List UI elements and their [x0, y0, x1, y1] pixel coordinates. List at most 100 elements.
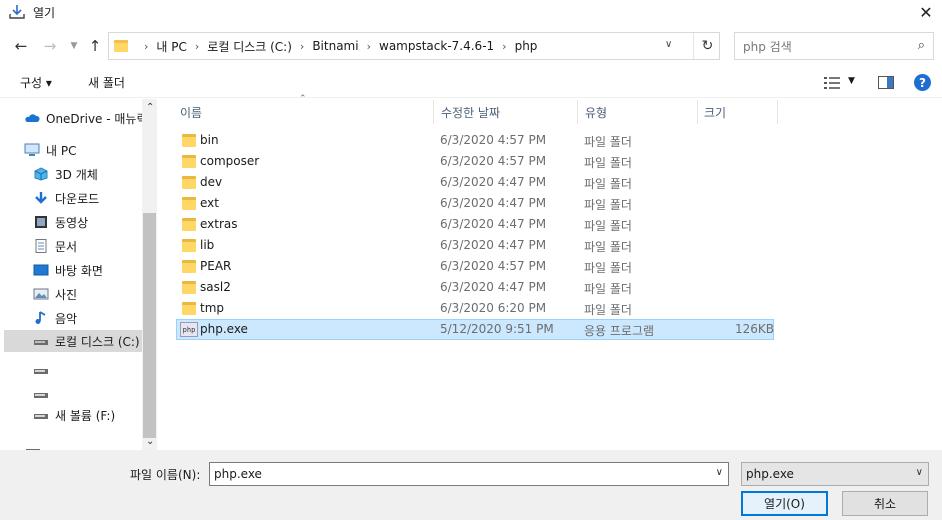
- sidebar-item-label: 다운로드: [55, 191, 100, 206]
- file-row[interactable]: dev 6/3/2020 4:47 PM 파일 폴더: [176, 172, 774, 193]
- chevron-right-icon[interactable]: ›: [300, 40, 304, 53]
- breadcrumb-item[interactable]: php: [515, 39, 538, 53]
- file-name: PEAR: [200, 259, 232, 273]
- organize-button[interactable]: 구성 ▾: [20, 74, 52, 91]
- sidebar-item-onedrive[interactable]: OneDrive - 매뉴릭: [24, 107, 154, 129]
- column-divider[interactable]: [577, 100, 578, 124]
- sidebar-item-label: 사진: [55, 287, 78, 302]
- file-row[interactable]: lib 6/3/2020 4:47 PM 파일 폴더: [176, 235, 774, 256]
- breadcrumb-item[interactable]: Bitnami: [312, 39, 358, 53]
- sidebar-item-drive[interactable]: [33, 359, 55, 381]
- sidebar-item-label: 3D 개체: [55, 167, 98, 182]
- sidebar-item-label: 동영상: [55, 215, 89, 230]
- file-type: 파일 폴더: [584, 261, 632, 275]
- file-date: 6/3/2020 4:47 PM: [440, 280, 547, 294]
- file-type: 파일 폴더: [584, 198, 632, 212]
- arrow-up-icon[interactable]: ↑: [85, 36, 105, 56]
- close-icon[interactable]: ✕: [910, 0, 942, 24]
- file-row[interactable]: sasl2 6/3/2020 4:47 PM 파일 폴더: [176, 277, 774, 298]
- column-header-size[interactable]: 크기: [704, 104, 726, 121]
- sidebar-item-music[interactable]: 음악: [33, 307, 77, 329]
- drive-icon: [34, 414, 48, 419]
- column-header-type[interactable]: 유형: [585, 104, 607, 121]
- desktop-icon: [33, 264, 49, 276]
- refresh-icon[interactable]: ↻: [693, 33, 721, 59]
- scroll-up-icon[interactable]: ⌃: [146, 102, 154, 113]
- arrow-right-icon[interactable]: →: [40, 36, 60, 56]
- window-title: 열기: [33, 6, 56, 20]
- sidebar-item-local-disk-c[interactable]: 로컬 디스크 (C:): [4, 330, 142, 352]
- file-name: ext: [200, 196, 219, 210]
- sidebar-item-videos[interactable]: 동영상: [33, 211, 88, 233]
- column-divider[interactable]: [777, 100, 778, 124]
- view-dropdown-icon[interactable]: ▼: [848, 76, 855, 86]
- file-date: 6/3/2020 4:47 PM: [440, 217, 547, 231]
- address-bar[interactable]: › 내 PC › 로컬 디스크 (C:) › Bitnami › wampsta…: [108, 32, 720, 60]
- file-type: 파일 폴더: [584, 156, 632, 170]
- chevron-down-icon[interactable]: ▼: [64, 36, 84, 56]
- file-date: 6/3/2020 4:57 PM: [440, 133, 547, 147]
- cube-icon: [34, 167, 48, 181]
- drive-icon: [34, 369, 48, 374]
- drive-icon: [34, 340, 48, 345]
- breadcrumb-item[interactable]: wampstack-7.4.6-1: [379, 39, 494, 53]
- file-row[interactable]: tmp 6/3/2020 6:20 PM 파일 폴더: [176, 298, 774, 319]
- breadcrumb-item[interactable]: 내 PC: [156, 38, 186, 55]
- column-header-name[interactable]: 이름: [180, 104, 202, 121]
- sidebar-scrollbar-thumb[interactable]: [143, 213, 156, 438]
- arrow-left-icon[interactable]: ←: [11, 36, 31, 56]
- file-name: php.exe: [200, 322, 248, 336]
- help-icon[interactable]: ?: [914, 74, 931, 91]
- file-type: 파일 폴더: [584, 282, 632, 296]
- file-row[interactable]: composer 6/3/2020 4:57 PM 파일 폴더: [176, 151, 774, 172]
- sidebar-item-downloads[interactable]: 다운로드: [33, 187, 99, 209]
- scroll-down-icon[interactable]: ⌄: [146, 436, 154, 447]
- music-icon: [35, 311, 46, 324]
- column-divider[interactable]: [433, 100, 434, 124]
- breadcrumb-item[interactable]: 로컬 디스크 (C:): [207, 38, 292, 55]
- file-row[interactable]: ext 6/3/2020 4:47 PM 파일 폴더: [176, 193, 774, 214]
- folder-icon: [182, 155, 196, 168]
- sidebar-item-3d-objects[interactable]: 3D 개체: [33, 163, 98, 185]
- chevron-right-icon[interactable]: ›: [367, 40, 371, 53]
- filename-value: php.exe: [214, 467, 262, 481]
- file-type: 파일 폴더: [584, 303, 632, 317]
- sidebar-item-documents[interactable]: 문서: [33, 235, 77, 257]
- sidebar-item-desktop[interactable]: 바탕 화면: [33, 259, 103, 281]
- filename-input[interactable]: php.exe ∨: [209, 462, 729, 486]
- sidebar-item-volume-f[interactable]: 새 볼륨 (F:): [33, 404, 115, 426]
- folder-icon: [114, 40, 128, 52]
- sidebar-item-drive[interactable]: [33, 383, 55, 405]
- open-button[interactable]: 열기(O): [741, 491, 828, 516]
- view-options-icon[interactable]: [824, 77, 840, 89]
- file-row[interactable]: extras 6/3/2020 4:47 PM 파일 폴더: [176, 214, 774, 235]
- sidebar-item-pictures[interactable]: 사진: [33, 283, 77, 305]
- address-dropdown-icon[interactable]: ∨: [665, 39, 672, 50]
- sidebar-item-label: OneDrive - 매뉴릭: [46, 111, 148, 126]
- sidebar-item-this-pc[interactable]: 내 PC: [24, 139, 76, 161]
- drive-icon: [34, 393, 48, 398]
- sidebar: OneDrive - 매뉴릭 내 PC 3D 개체 다운로드 동영상 문서 바탕…: [0, 99, 157, 450]
- chevron-right-icon[interactable]: ›: [502, 40, 506, 53]
- new-folder-button[interactable]: 새 폴더: [88, 74, 125, 91]
- folder-icon: [182, 176, 196, 189]
- column-header-date[interactable]: 수정한 날짜: [441, 104, 500, 121]
- preview-pane-icon[interactable]: [878, 76, 894, 89]
- filetype-select[interactable]: php.exe ∨: [741, 462, 929, 486]
- column-divider[interactable]: [697, 100, 698, 124]
- cancel-button[interactable]: 취소: [842, 491, 928, 516]
- chevron-down-icon[interactable]: ∨: [916, 467, 923, 478]
- folder-icon: [182, 302, 196, 315]
- file-date: 6/3/2020 4:47 PM: [440, 175, 547, 189]
- sidebar-item-partial[interactable]: [25, 439, 47, 450]
- sidebar-item-label: 음악: [55, 311, 78, 326]
- open-file-icon: [9, 5, 25, 19]
- file-row[interactable]: PEAR 6/3/2020 4:57 PM 파일 폴더: [176, 256, 774, 277]
- file-type: 응용 프로그램: [584, 324, 655, 338]
- search-input[interactable]: php 검색 ⌕: [734, 32, 934, 60]
- chevron-right-icon[interactable]: ›: [195, 40, 199, 53]
- file-row-selected[interactable]: php php.exe 5/12/2020 9:51 PM 응용 프로그램 12…: [176, 319, 774, 340]
- file-row[interactable]: bin 6/3/2020 4:57 PM 파일 폴더: [176, 130, 774, 151]
- chevron-down-icon[interactable]: ∨: [716, 467, 723, 478]
- file-name: dev: [200, 175, 223, 189]
